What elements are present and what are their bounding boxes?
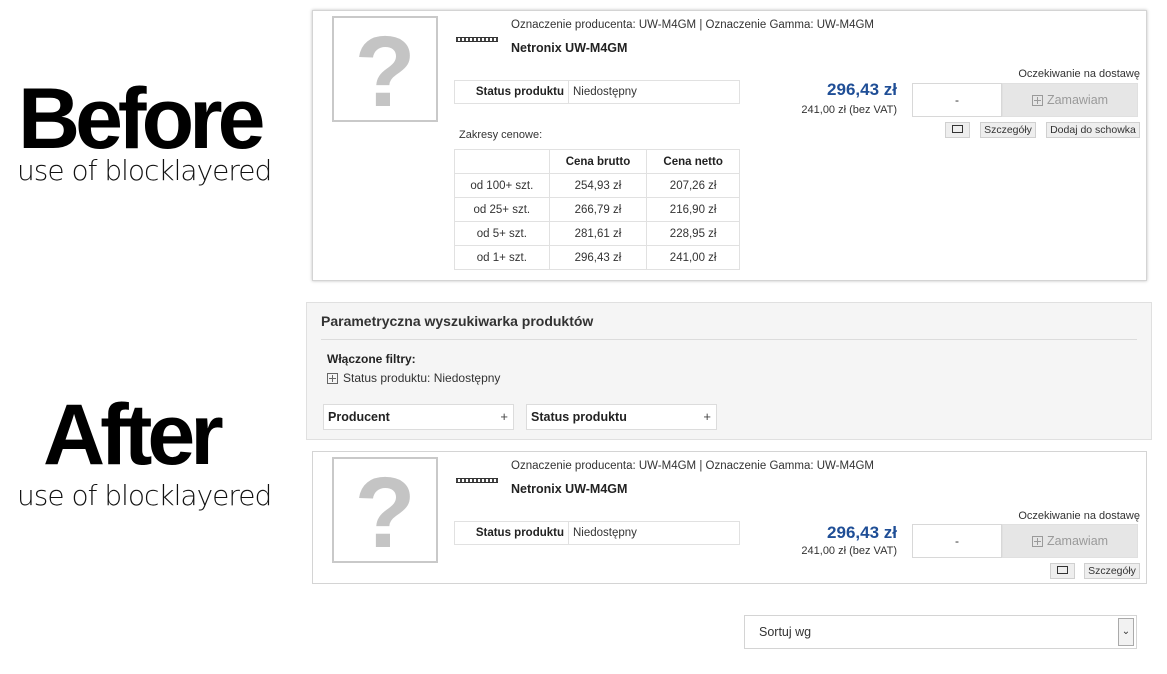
product-codes: Oznaczenie producenta: UW-M4GM | Oznacze… [511, 460, 875, 472]
active-filter[interactable]: Status produktu: Niedostępny [327, 371, 500, 385]
status-value: Niedostępny [573, 86, 637, 98]
compare-icon [952, 125, 963, 134]
product-price: 296,43 zł [827, 523, 897, 542]
table-cell: od 25+ szt. [454, 197, 550, 222]
table-row: od 5+ szt. 281,61 zł 228,95 zł [454, 221, 740, 246]
table-row: od 100+ szt. 254,93 zł 207,26 zł [454, 173, 740, 198]
order-button-label: Zamawiam [1046, 93, 1109, 107]
quantity-input[interactable]: - [912, 83, 1002, 117]
compare-icon [1057, 566, 1068, 575]
price-ranges-label: Zakresy cenowe: [459, 129, 543, 141]
table-row: od 1+ szt. 296,43 zł 241,00 zł [454, 245, 740, 270]
table-header [454, 149, 550, 174]
brand-logo-icon [456, 37, 498, 42]
expand-plus-icon[interactable]: + [703, 405, 711, 429]
after-heading: After [43, 387, 224, 483]
product-codes: Oznaczenie producenta: UW-M4GM | Oznacze… [511, 19, 875, 31]
accordion-producent[interactable]: Producent + [323, 404, 514, 430]
availability-status: Oczekiwanie na dostawę [1018, 510, 1140, 522]
product-image-placeholder[interactable]: ? [332, 457, 438, 563]
order-button[interactable]: Zamawiam [1002, 524, 1138, 558]
filter-panel-title: Parametryczna wyszukiwarka produktów [321, 313, 594, 329]
table-cell: 207,26 zł [646, 173, 740, 198]
table-cell: 241,00 zł [646, 245, 740, 270]
cart-icon [1031, 535, 1043, 547]
table-cell: od 1+ szt. [454, 245, 550, 270]
cart-icon [1031, 94, 1043, 106]
details-button[interactable]: Szczegóły [1084, 563, 1140, 579]
divider [321, 339, 1137, 340]
quantity-input[interactable]: - [912, 524, 1002, 558]
before-heading: Before [18, 71, 265, 167]
sort-select-label: Sortuj wg [759, 625, 812, 639]
product-image-placeholder[interactable]: ? [332, 16, 438, 122]
table-cell: 266,79 zł [548, 197, 648, 222]
brand-logo-icon [456, 478, 498, 483]
expand-plus-icon[interactable]: + [500, 405, 508, 429]
accordion-label: Status produktu [531, 410, 627, 424]
compare-button[interactable] [1050, 563, 1075, 579]
before-subheading: use of blocklayered [17, 154, 272, 187]
details-button[interactable]: Szczegóły [980, 122, 1036, 138]
chevron-down-icon[interactable]: ⌄ [1118, 618, 1134, 646]
status-row: Status produktu Niedostępny [454, 80, 740, 104]
table-row: od 25+ szt. 266,79 zł 216,90 zł [454, 197, 740, 222]
table-cell: 228,95 zł [646, 221, 740, 246]
status-label: Status produktu [455, 522, 569, 544]
product-price-netto: 241,00 zł (bez VAT) [801, 545, 897, 557]
status-row: Status produktu Niedostępny [454, 521, 740, 545]
table-header: Cena brutto [548, 149, 648, 174]
product-name-link[interactable]: Netronix UW-M4GM [511, 41, 627, 55]
compare-button[interactable] [945, 122, 970, 138]
table-cell: od 5+ szt. [454, 221, 550, 246]
enabled-filters-label: Włączone filtry: [327, 352, 416, 366]
table-cell: 254,93 zł [548, 173, 648, 198]
table-cell: od 100+ szt. [454, 173, 550, 198]
question-mark-icon: ? [354, 457, 416, 569]
status-value: Niedostępny [573, 527, 637, 539]
availability-status: Oczekiwanie na dostawę [1018, 68, 1140, 80]
table-header: Cena netto [646, 149, 740, 174]
active-filter-label: Status produktu: Niedostępny [343, 371, 501, 385]
product-name-link[interactable]: Netronix UW-M4GM [511, 482, 627, 496]
add-to-clipboard-button[interactable]: Dodaj do schowka [1046, 122, 1140, 138]
order-button-label: Zamawiam [1046, 534, 1109, 548]
order-button[interactable]: Zamawiam [1002, 83, 1138, 117]
product-price-netto: 241,00 zł (bez VAT) [801, 104, 897, 116]
remove-filter-icon[interactable] [327, 372, 338, 384]
table-cell: 296,43 zł [548, 245, 648, 270]
table-cell: 281,61 zł [548, 221, 648, 246]
table-header-row: Cena brutto Cena netto [454, 149, 740, 174]
status-label: Status produktu [455, 81, 569, 103]
table-cell: 216,90 zł [646, 197, 740, 222]
accordion-status-produktu[interactable]: Status produktu + [526, 404, 717, 430]
product-price: 296,43 zł [827, 80, 897, 99]
accordion-label: Producent [328, 410, 390, 424]
after-subheading: use of blocklayered [17, 479, 272, 512]
sort-select[interactable]: Sortuj wg ⌄ [744, 615, 1137, 649]
question-mark-icon: ? [354, 16, 416, 128]
price-ranges-table: Cena brutto Cena netto od 100+ szt. 254,… [454, 149, 740, 270]
